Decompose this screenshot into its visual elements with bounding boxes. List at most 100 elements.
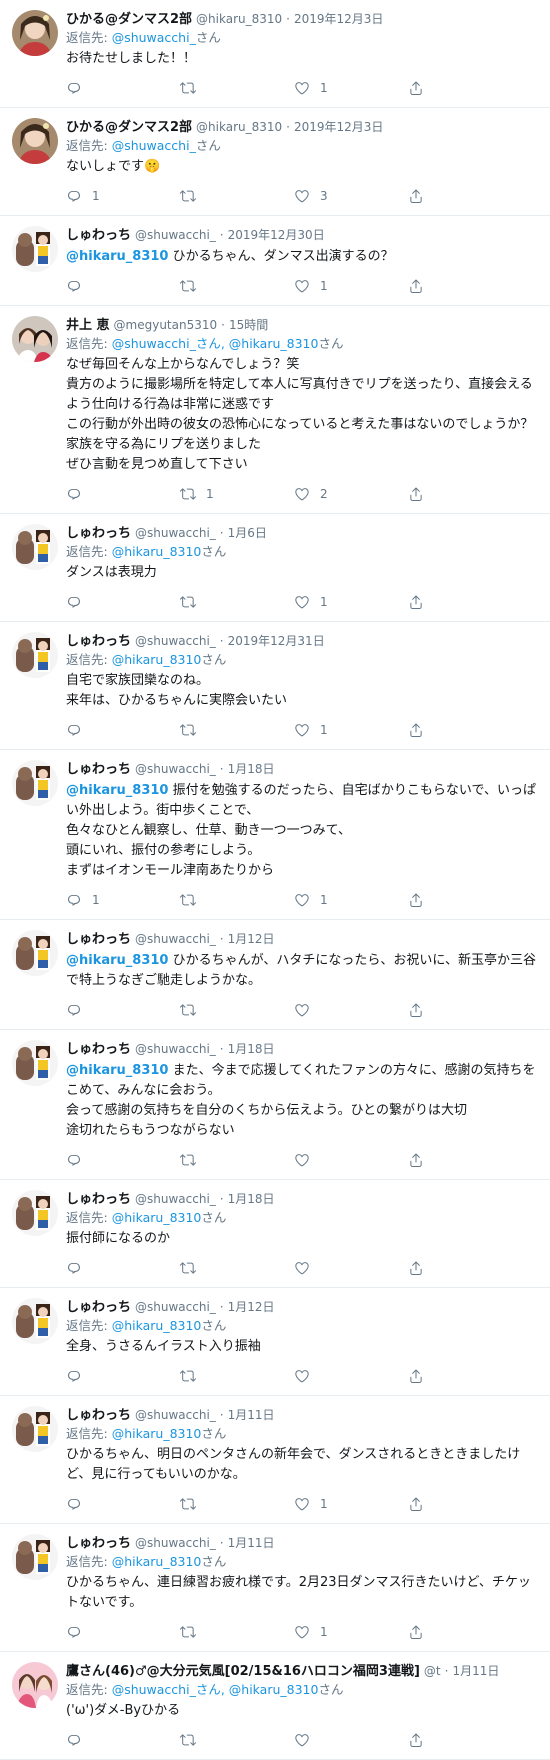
display-name[interactable]: しゅわっち — [66, 1535, 131, 1553]
display-name[interactable]: 鷹さん(46)♂@大分元気風[02/15&16ハロコン福岡3連戦] — [66, 1663, 420, 1681]
like-button[interactable]: 1 — [294, 1496, 408, 1512]
reply-button[interactable] — [66, 486, 180, 502]
screen-name[interactable]: @shuwacchi_ — [135, 524, 216, 542]
share-button[interactable] — [408, 1152, 448, 1168]
timestamp[interactable]: 1月11日 — [452, 1662, 499, 1680]
avatar[interactable] — [12, 1190, 58, 1236]
share-button[interactable] — [408, 80, 448, 96]
retweet-button[interactable] — [180, 1368, 294, 1384]
reply-handles[interactable]: @shuwacchi_さん, @hikaru_8310 — [112, 1682, 319, 1697]
share-button[interactable] — [408, 1732, 448, 1748]
reply-button[interactable] — [66, 278, 180, 294]
like-button[interactable]: 1 — [294, 278, 408, 294]
tweet[interactable]: しゅわっち @shuwacchi_ · 1月12日 返信先: @hikaru_8310さ… — [0, 1288, 550, 1396]
screen-name[interactable]: @shuwacchi_ — [135, 1298, 216, 1316]
share-button[interactable] — [408, 1002, 448, 1018]
tweet[interactable]: ひかる@ダンマス2部 @hikaru_8310 · 2019年12月3日 返信先: @s… — [0, 0, 550, 108]
timestamp[interactable]: 1月18日 — [228, 760, 275, 778]
screen-name[interactable]: @hikaru_8310 — [196, 10, 282, 28]
screen-name[interactable]: @t — [424, 1662, 441, 1680]
share-button[interactable] — [408, 278, 448, 294]
screen-name[interactable]: @shuwacchi_ — [135, 632, 216, 650]
timestamp[interactable]: 2019年12月31日 — [228, 632, 325, 650]
retweet-button[interactable] — [180, 188, 294, 204]
tweet[interactable]: しゅわっち @shuwacchi_ · 2019年12月31日 返信先: @hikaru… — [0, 622, 550, 750]
reply-handles[interactable]: @shuwacchi_ — [112, 138, 196, 153]
tweet[interactable]: しゅわっち @shuwacchi_ · 1月12日 @hikaru_8310 ひかるちゃ… — [0, 920, 550, 1030]
screen-name[interactable]: @shuwacchi_ — [135, 1040, 216, 1058]
avatar[interactable] — [12, 1040, 58, 1086]
retweet-button[interactable] — [180, 80, 294, 96]
tweet[interactable]: しゅわっち @shuwacchi_ · 1月6日 返信先: @hikaru_8310さん… — [0, 514, 550, 622]
reply-handles[interactable]: @shuwacchi_ — [112, 30, 196, 45]
mention-link[interactable]: @hikaru_8310 — [66, 953, 168, 968]
screen-name[interactable]: @shuwacchi_ — [135, 1190, 216, 1208]
avatar[interactable] — [12, 632, 58, 678]
like-button[interactable]: 1 — [294, 722, 408, 738]
reply-button[interactable] — [66, 722, 180, 738]
like-button[interactable]: 1 — [294, 80, 408, 96]
avatar[interactable] — [12, 1662, 58, 1708]
retweet-button[interactable] — [180, 1496, 294, 1512]
avatar[interactable] — [12, 316, 58, 362]
retweet-button[interactable]: 1 — [180, 486, 294, 502]
tweet[interactable]: しゅわっち @shuwacchi_ · 1月18日 @hikaru_8310 また、今ま… — [0, 1030, 550, 1180]
tweet[interactable]: しゅわっち @shuwacchi_ · 1月11日 返信先: @hikaru_8310さ… — [0, 1524, 550, 1652]
reply-button[interactable] — [66, 1002, 180, 1018]
avatar[interactable] — [12, 760, 58, 806]
retweet-button[interactable] — [180, 1732, 294, 1748]
screen-name[interactable]: @shuwacchi_ — [135, 226, 216, 244]
reply-button[interactable] — [66, 1732, 180, 1748]
share-button[interactable] — [408, 1496, 448, 1512]
reply-button[interactable] — [66, 80, 180, 96]
reply-button[interactable]: 1 — [66, 892, 180, 908]
reply-handles[interactable]: @hikaru_8310 — [112, 1210, 202, 1225]
share-button[interactable] — [408, 1260, 448, 1276]
share-button[interactable] — [408, 486, 448, 502]
screen-name[interactable]: @shuwacchi_ — [135, 1534, 216, 1552]
mention-link[interactable]: @hikaru_8310 — [66, 1063, 168, 1078]
like-button[interactable]: 1 — [294, 892, 408, 908]
mention-link[interactable]: @hikaru_8310 — [66, 249, 168, 264]
like-button[interactable]: 1 — [294, 1624, 408, 1640]
display-name[interactable]: しゅわっち — [66, 1041, 131, 1059]
reply-handles[interactable]: @hikaru_8310 — [112, 1318, 202, 1333]
display-name[interactable]: しゅわっち — [66, 525, 131, 543]
retweet-button[interactable] — [180, 594, 294, 610]
timestamp[interactable]: 1月11日 — [228, 1406, 275, 1424]
reply-button[interactable]: 1 — [66, 188, 180, 204]
share-button[interactable] — [408, 594, 448, 610]
avatar[interactable] — [12, 524, 58, 570]
like-button[interactable] — [294, 1152, 408, 1168]
avatar[interactable] — [12, 226, 58, 272]
retweet-button[interactable] — [180, 1624, 294, 1640]
reply-button[interactable] — [66, 1368, 180, 1384]
display-name[interactable]: 井上 恵 — [66, 317, 110, 335]
screen-name[interactable]: @hikaru_8310 — [196, 118, 282, 136]
display-name[interactable]: しゅわっち — [66, 761, 131, 779]
like-button[interactable] — [294, 1002, 408, 1018]
screen-name[interactable]: @shuwacchi_ — [135, 760, 216, 778]
display-name[interactable]: しゅわっち — [66, 1191, 131, 1209]
mention-link[interactable]: @hikaru_8310 — [66, 783, 168, 798]
retweet-button[interactable] — [180, 1002, 294, 1018]
screen-name[interactable]: @shuwacchi_ — [135, 930, 216, 948]
share-button[interactable] — [408, 1368, 448, 1384]
tweet[interactable]: しゅわっち @shuwacchi_ · 1月18日 @hikaru_8310 振付を勉強… — [0, 750, 550, 920]
screen-name[interactable]: @shuwacchi_ — [135, 1406, 216, 1424]
share-button[interactable] — [408, 188, 448, 204]
like-button[interactable] — [294, 1368, 408, 1384]
like-button[interactable]: 1 — [294, 594, 408, 610]
display-name[interactable]: しゅわっち — [66, 1299, 131, 1317]
reply-handles[interactable]: @hikaru_8310 — [112, 1426, 202, 1441]
avatar[interactable] — [12, 1406, 58, 1452]
timestamp[interactable]: 15時間 — [229, 316, 268, 334]
retweet-button[interactable] — [180, 892, 294, 908]
display-name[interactable]: しゅわっち — [66, 931, 131, 949]
timestamp[interactable]: 1月6日 — [228, 524, 267, 542]
retweet-button[interactable] — [180, 1260, 294, 1276]
timestamp[interactable]: 1月12日 — [228, 930, 275, 948]
timestamp[interactable]: 1月12日 — [228, 1298, 275, 1316]
tweet[interactable]: 井上 恵 @megyutan5310 · 15時間 返信先: @shuwacchi_さん… — [0, 306, 550, 514]
timestamp[interactable]: 1月11日 — [228, 1534, 275, 1552]
